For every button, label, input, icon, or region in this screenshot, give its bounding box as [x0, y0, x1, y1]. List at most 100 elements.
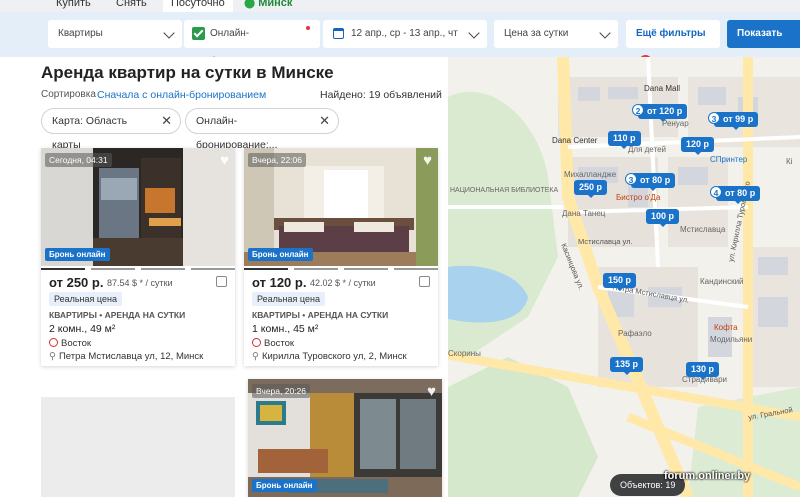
photo-pager: [244, 268, 438, 270]
price-select-value: Цена за сутки: [504, 28, 569, 39]
marker-count: 3: [625, 173, 637, 185]
compare-checkbox[interactable]: [419, 276, 430, 287]
marker-price: от 120 р: [647, 106, 683, 116]
address: ⚲ Петра Мстиславца ул, 12, Минск: [49, 351, 203, 362]
price: от 250 р.: [49, 275, 104, 290]
show-results-button[interactable]: Показать (19): [727, 20, 800, 67]
online-booking-toggle[interactable]: Онлайн-бронирование: [184, 20, 320, 67]
heart-icon[interactable]: ♥: [220, 152, 229, 169]
more-filters-button[interactable]: Ещё фильтры2: [626, 20, 720, 68]
map-label-dana-center: Dana Center: [552, 136, 598, 145]
map-label-dana-tanec: Дана Танец: [562, 209, 606, 218]
online-booking-badge: Бронь онлайн: [252, 479, 317, 492]
pager-dot[interactable]: [91, 268, 135, 270]
marker-price: 100 р: [651, 211, 675, 221]
city-label: Минск: [258, 0, 293, 9]
listing-photo[interactable]: Вчера, 22:06 ♥ Бронь онлайн: [244, 148, 438, 266]
watermark: forum.onliner.by: [664, 470, 751, 482]
pager-dot[interactable]: [244, 268, 288, 270]
marker-price: 250 р: [579, 182, 603, 192]
marker-price: 130 р: [691, 364, 715, 374]
listing-card-placeholder: [41, 397, 235, 497]
marker-price: от 80 р: [640, 175, 671, 185]
chip-online-booking[interactable]: Онлайн-бронирование:... ✕: [185, 108, 339, 151]
pager-dot[interactable]: [394, 268, 438, 270]
location-pin-icon: ⚲: [252, 351, 259, 362]
map-label-renuar: Ренуар: [662, 119, 689, 128]
map-price-marker[interactable]: 130 р: [686, 362, 720, 380]
date-range-select[interactable]: 12 апр., ср - 13 апр., чт: [323, 20, 487, 48]
map-view[interactable]: Dana Mall Dana Center Дана Танец НАЦИОНА…: [448, 57, 800, 497]
heart-icon[interactable]: ♥: [423, 152, 432, 169]
pager-dot[interactable]: [344, 268, 388, 270]
chip-map-area[interactable]: Карта: Область карты ✕: [41, 108, 181, 151]
map-label-skoriny: Скорины: [448, 349, 481, 358]
map-price-marker[interactable]: 4 от 80 р: [710, 186, 761, 204]
pager-dot[interactable]: [294, 268, 338, 270]
real-price-tag: Реальная цена: [252, 292, 325, 306]
tab-rent-label: Снять: [116, 0, 147, 9]
real-price-tag: Реальная цена: [49, 292, 122, 306]
price-select[interactable]: Цена за сутки: [494, 20, 618, 48]
marker-price: 120 р: [686, 139, 710, 149]
map-price-marker[interactable]: 120 р: [681, 137, 715, 155]
posted-time: Вчера, 20:26: [252, 384, 310, 398]
tab-rent[interactable]: Снять: [108, 0, 155, 12]
pager-dot[interactable]: [41, 268, 85, 270]
map-price-marker[interactable]: 250 р: [574, 180, 608, 198]
map-price-marker[interactable]: 2 от 120 р: [632, 104, 688, 122]
close-icon[interactable]: ✕: [319, 109, 330, 133]
address: ⚲ Кирилла Туровского ул, 2, Минск: [252, 351, 407, 362]
listing-card[interactable]: Сегодня, 04:31 ♥ Бронь онлайн от 250 р. …: [41, 148, 235, 366]
metro-icon: [252, 338, 261, 347]
city-selector[interactable]: ⬤ Минск: [236, 0, 300, 12]
sort-dropdown[interactable]: Сначала с онлайн-бронированием: [97, 89, 266, 101]
tab-daily-label: Посуточно: [171, 0, 225, 9]
page-title: Аренда квартир на сутки в Минске: [41, 63, 334, 82]
map-price-marker[interactable]: 3 от 99 р: [708, 112, 759, 130]
tab-buy-label: Купить: [56, 0, 91, 9]
chevron-down-icon: [468, 27, 480, 39]
map-label-library: НАЦИОНАЛЬНАЯ БИБЛИОТЕКА: [450, 187, 559, 194]
price-usd: 87.54 $ * / сутки: [107, 278, 173, 288]
heart-icon[interactable]: ♥: [427, 383, 436, 400]
tab-daily[interactable]: Посуточно: [163, 0, 233, 12]
results-count: Найдено: 19 объявлений: [320, 89, 442, 101]
marker-price: от 80 р: [725, 188, 756, 198]
property-type-select[interactable]: Квартиры: [48, 20, 182, 48]
top-tabs: Купить Снять Посуточно ⬤ Минск: [0, 0, 800, 12]
metro-station: Восток: [49, 338, 91, 349]
rooms-area: 2 комн., 49 м²: [49, 323, 116, 335]
rooms-area: 1 комн., 45 м²: [252, 323, 319, 335]
listing-card[interactable]: Вчера, 20:26 ♥ Бронь онлайн: [248, 379, 442, 497]
marker-count: 2: [632, 104, 644, 116]
posted-time: Вчера, 22:06: [248, 153, 306, 167]
tab-buy[interactable]: Купить: [48, 0, 99, 12]
pager-dot[interactable]: [191, 268, 235, 270]
map-price-marker[interactable]: 150 р: [603, 273, 637, 291]
map-price-marker[interactable]: 110 р: [608, 131, 641, 149]
listing-photo[interactable]: Вчера, 20:26 ♥ Бронь онлайн: [248, 379, 442, 497]
compare-checkbox[interactable]: [216, 276, 227, 287]
map-label-street-mstislavtsa-2: Мстиславца ул.: [578, 237, 633, 246]
chip-online-booking-label: Онлайн-бронирование:...: [196, 115, 278, 151]
marker-price: 135 р: [615, 359, 639, 369]
pager-dot[interactable]: [141, 268, 185, 270]
map-label-dlya-detey: Для детей: [628, 145, 666, 154]
location-pin-icon: ⚲: [49, 351, 56, 362]
listing-photo[interactable]: Сегодня, 04:31 ♥ Бронь онлайн: [41, 148, 235, 266]
close-icon[interactable]: ✕: [161, 109, 172, 133]
map-label-modilyani: Модильяни: [710, 335, 753, 344]
map-label-bistro: Бистро о'Да: [616, 193, 661, 202]
sort-label: Сортировка: [41, 89, 96, 100]
chevron-down-icon: [599, 27, 611, 39]
map-label-dana-mall: Dana Mall: [644, 84, 681, 93]
metro-name: Восток: [264, 338, 295, 349]
listing-card[interactable]: Вчера, 22:06 ♥ Бронь онлайн от 120 р. 42…: [244, 148, 438, 366]
checkbox-checked-icon[interactable]: [192, 27, 205, 40]
map-price-marker[interactable]: 100 р: [646, 209, 680, 227]
map-price-marker[interactable]: 135 р: [610, 357, 644, 375]
date-range-value: 12 апр., ср - 13 апр., чт: [351, 28, 458, 39]
map-price-marker[interactable]: 3 от 80 р: [625, 173, 676, 191]
online-booking-badge: Бронь онлайн: [45, 248, 110, 261]
